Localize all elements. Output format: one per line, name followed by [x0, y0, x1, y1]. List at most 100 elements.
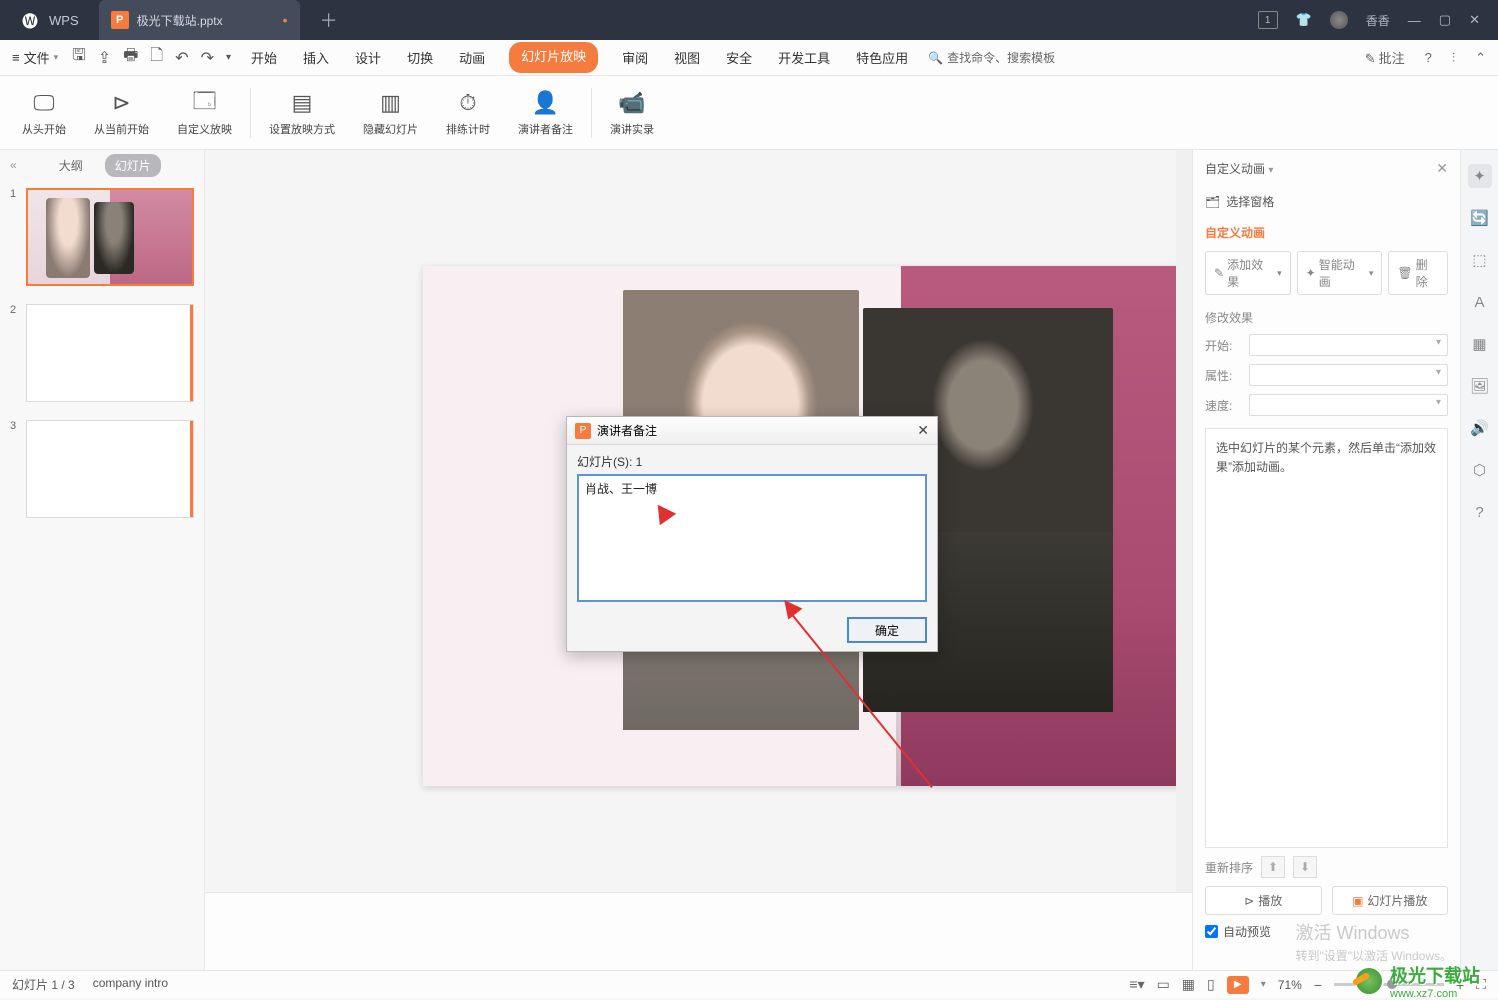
thumbnail-slide-3[interactable]: 3	[10, 420, 194, 518]
ok-button[interactable]: 确定	[847, 617, 927, 643]
tab-slideshow[interactable]: 幻灯片放映	[509, 42, 598, 73]
export-icon[interactable]: ⇪	[98, 48, 111, 68]
thumb-number: 3	[10, 420, 20, 518]
notes-pane[interactable]	[205, 892, 1192, 970]
chevron-down-icon: ▾	[54, 52, 59, 63]
animation-panel: 自定义动画 ▾ ✕ 🗂 选择窗格 自定义动画 ✎添加效果▾ ✦智能动画▾ 🗑删除…	[1192, 150, 1498, 970]
property-select[interactable]	[1249, 364, 1448, 386]
slideshow-button[interactable]: ▶	[1227, 976, 1249, 994]
sidetab-template-icon[interactable]: ▦	[1468, 332, 1492, 356]
file-menu-label: 文件	[24, 48, 50, 67]
dialog-close-icon[interactable]: ✕	[917, 422, 929, 439]
add-effect-button[interactable]: ✎添加效果▾	[1205, 251, 1291, 295]
ribbon-from-beginning[interactable]: 🖵 从头开始	[8, 89, 80, 137]
collapse-thumbs-icon[interactable]: «	[10, 158, 17, 172]
tab-special[interactable]: 特色应用	[854, 42, 910, 73]
sidetab-shape-icon[interactable]: ⬡	[1468, 458, 1492, 482]
new-tab-button[interactable]: ＋	[320, 7, 338, 33]
sidetab-transition-icon[interactable]: 🔄	[1468, 206, 1492, 230]
ribbon-rehearse[interactable]: ⏱ 排练计时	[432, 89, 504, 137]
undo-icon[interactable]: ↶	[175, 48, 188, 68]
window-close-icon[interactable]: ✕	[1469, 12, 1480, 28]
print-preview-icon[interactable]: 🗋	[150, 44, 163, 71]
qat-dropdown-icon[interactable]: ▾	[226, 52, 231, 63]
tab-filename: 极光下载站.pptx	[137, 12, 223, 29]
smart-animation-button[interactable]: ✦智能动画▾	[1297, 251, 1383, 295]
tab-animation[interactable]: 动画	[457, 42, 487, 73]
move-down-button[interactable]: ⬇	[1293, 856, 1317, 878]
sidetab-help-icon[interactable]: ?	[1468, 500, 1492, 524]
tab-design[interactable]: 设计	[353, 42, 383, 73]
selection-pane-button[interactable]: 🗂 选择窗格	[1205, 193, 1448, 210]
auto-preview-checkbox[interactable]	[1205, 925, 1218, 938]
template-name: company intro	[93, 976, 168, 993]
chevron-down-icon[interactable]: ▾	[1268, 165, 1273, 176]
more-icon[interactable]: ⫶	[1452, 50, 1455, 66]
tab-transition[interactable]: 切换	[405, 42, 435, 73]
ribbon-from-current[interactable]: ⊳ 从当前开始	[80, 89, 163, 137]
zoom-out-icon[interactable]: −	[1314, 977, 1322, 993]
hide-slide-icon: ▥	[380, 89, 401, 117]
notes-toggle-icon[interactable]: ≡▾	[1129, 976, 1144, 993]
sparkle-icon: ✦	[1306, 266, 1316, 280]
search-placeholder: 查找命令、搜索模板	[947, 49, 1055, 66]
slide-counter: 幻灯片 1 / 3	[12, 976, 75, 993]
ribbon-record[interactable]: 📹 演讲实录	[596, 89, 668, 137]
outline-tab[interactable]: 大纲	[49, 154, 93, 177]
sidetab-image-icon[interactable]: 🖼	[1468, 374, 1492, 398]
windows-activate-watermark: 激活 Windows 转到"设置"以激活 Windows。	[1295, 919, 1452, 964]
menu-bar: ≡ 文件 ▾ 🖫 ⇪ 🖶 🗋 ↶ ↷ ▾ 开始 插入 设计 切换 动画 幻灯片放…	[0, 40, 1498, 76]
print-icon[interactable]: 🖶	[123, 44, 138, 71]
thumbnail-slide-2[interactable]: 2	[10, 304, 194, 402]
reading-view-icon[interactable]: ▯	[1207, 976, 1215, 993]
approval-toggle[interactable]: ✎批注	[1365, 48, 1405, 67]
normal-view-icon[interactable]: ▭	[1157, 976, 1170, 993]
vertical-scrollbar[interactable]	[1176, 150, 1192, 892]
property-label: 属性:	[1205, 367, 1241, 384]
ribbon-hide-slide[interactable]: ▥ 隐藏幻灯片	[349, 89, 432, 137]
sorter-view-icon[interactable]: ▦	[1182, 976, 1195, 993]
play-icon: ⊳	[1244, 894, 1254, 908]
start-select[interactable]	[1249, 334, 1448, 356]
ppt-file-icon: P	[111, 11, 129, 29]
ribbon-custom-show[interactable]: 🗔 自定义放映	[163, 89, 246, 137]
slideshow-play-button[interactable]: ▣幻灯片播放	[1332, 886, 1449, 915]
document-tab[interactable]: P 极光下载站.pptx •	[99, 0, 300, 40]
tab-devtools[interactable]: 开发工具	[776, 42, 832, 73]
dialog-title: 演讲者备注	[597, 422, 657, 439]
tab-security[interactable]: 安全	[724, 42, 754, 73]
window-minimize-icon[interactable]: —	[1408, 13, 1421, 28]
delete-effect-button[interactable]: 🗑删除	[1388, 251, 1448, 295]
tab-insert[interactable]: 插入	[301, 42, 331, 73]
sidetab-font-icon[interactable]: A	[1468, 290, 1492, 314]
window-maximize-icon[interactable]: ▢	[1439, 12, 1451, 28]
tab-start[interactable]: 开始	[249, 42, 279, 73]
apparel-icon[interactable]: 👕	[1296, 12, 1312, 28]
hamburger-icon: ≡	[12, 50, 20, 65]
command-search[interactable]: 🔍 查找命令、搜索模板	[928, 49, 1055, 66]
redo-icon[interactable]: ↷	[201, 48, 214, 68]
save-icon[interactable]: 🖫	[72, 44, 86, 71]
notification-badge[interactable]: 1	[1258, 11, 1278, 29]
notes-textarea[interactable]	[577, 474, 927, 602]
speed-select[interactable]	[1249, 394, 1448, 416]
ribbon-speaker-notes[interactable]: 👤 演讲者备注	[504, 89, 587, 137]
sidetab-animation-icon[interactable]: ✦	[1468, 164, 1492, 188]
trash-icon: 🗑	[1397, 266, 1412, 280]
thumbnail-slide-1[interactable]: 1	[10, 188, 194, 286]
collapse-ribbon-icon[interactable]: ⌃	[1475, 50, 1486, 66]
slides-tab[interactable]: 幻灯片	[105, 154, 161, 177]
move-up-button[interactable]: ⬆	[1261, 856, 1285, 878]
slideshow-dropdown-icon[interactable]: ▾	[1261, 979, 1266, 990]
user-avatar[interactable]	[1330, 11, 1348, 29]
slideshow-icon: ▣	[1352, 894, 1363, 908]
sidetab-audio-icon[interactable]: 🔊	[1468, 416, 1492, 440]
close-panel-icon[interactable]: ✕	[1436, 160, 1448, 177]
file-menu[interactable]: ≡ 文件 ▾	[12, 48, 58, 67]
tab-view[interactable]: 视图	[672, 42, 702, 73]
play-animation-button[interactable]: ⊳播放	[1205, 886, 1322, 915]
ribbon-setup-show[interactable]: ▤ 设置放映方式	[255, 89, 349, 137]
help-icon[interactable]: ?	[1425, 50, 1432, 65]
sidetab-property-icon[interactable]: ⬚	[1468, 248, 1492, 272]
tab-review[interactable]: 审阅	[620, 42, 650, 73]
